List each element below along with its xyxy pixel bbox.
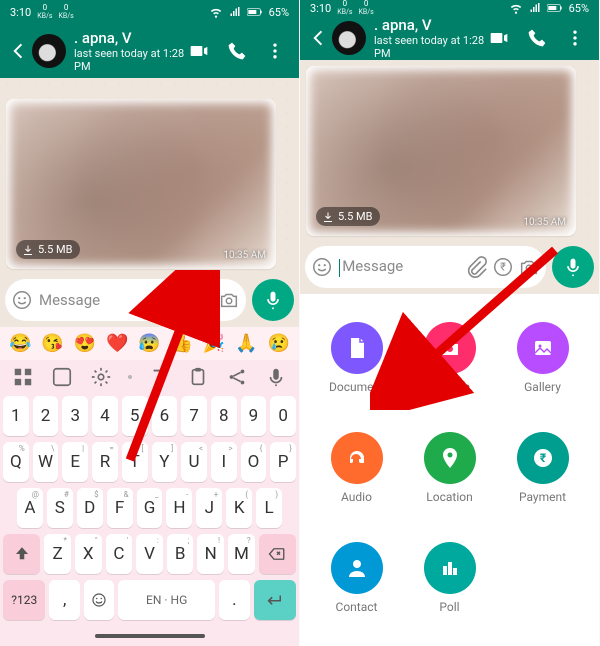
- signal-icon: [229, 6, 241, 18]
- emoji-icon[interactable]: [311, 256, 333, 278]
- contact-info[interactable]: . apna, V last seen today at 1:28 PM: [74, 29, 189, 73]
- attach-icon[interactable]: [166, 289, 188, 311]
- battery-icon: [247, 7, 263, 17]
- mic-button[interactable]: [552, 246, 594, 288]
- attach-camera[interactable]: Camera: [424, 322, 476, 394]
- battery-percent: 65%: [269, 6, 289, 19]
- svg-text:₹: ₹: [539, 451, 546, 465]
- message-input[interactable]: Message: [337, 257, 462, 276]
- emoji-icon[interactable]: [11, 289, 33, 311]
- status-bar: 3:10 0KB/s 0KB/s 65%: [300, 0, 599, 16]
- gear-icon[interactable]: [90, 366, 112, 388]
- voice-call-icon[interactable]: [527, 28, 547, 48]
- status-time: 3:10: [10, 6, 31, 19]
- status-bar: 3:10 0KB/s 0KB/s 65%: [0, 0, 299, 24]
- attach-contact[interactable]: Contact: [331, 542, 383, 614]
- chat-area[interactable]: 5.5 MB 10:35 AM: [300, 60, 599, 242]
- attach-document[interactable]: Document: [329, 322, 384, 394]
- keyboard[interactable]: 😂😘😍❤️😰👍🎉🙏😢 1 2 3 4 5 6 7 8 9: [0, 327, 299, 646]
- symbols-key[interactable]: ?123: [3, 580, 45, 620]
- text-icon[interactable]: [149, 366, 171, 388]
- mic-button[interactable]: [252, 279, 294, 321]
- sticker-icon[interactable]: [51, 366, 73, 388]
- attach-audio[interactable]: Audio: [331, 432, 383, 504]
- voice-call-icon[interactable]: [227, 41, 247, 61]
- payment-icon[interactable]: ₹: [192, 289, 214, 311]
- contact-name: . apna, V: [74, 29, 189, 47]
- battery-icon: [547, 3, 563, 13]
- qwerty-row-2[interactable]: @A #S $D &F _G -H +J (K )L: [3, 488, 296, 528]
- phone-left: 3:10 0KB/s 0KB/s 65% . apna, V last seen…: [0, 0, 300, 646]
- qwerty-row-3[interactable]: *Z "X 'C :V ;B !N ?M: [3, 534, 296, 574]
- attach-location[interactable]: Location: [424, 432, 476, 504]
- mic-icon[interactable]: [265, 366, 287, 388]
- enter-key[interactable]: [254, 580, 296, 620]
- download-badge[interactable]: 5.5 MB: [16, 240, 80, 259]
- image-message[interactable]: 5.5 MB 10:35 AM: [306, 66, 576, 236]
- svg-text:₹: ₹: [200, 294, 206, 307]
- video-call-icon[interactable]: [189, 41, 209, 61]
- attach-icon[interactable]: [466, 256, 488, 278]
- bottom-row[interactable]: ?123 , EN · HG .: [3, 580, 296, 620]
- nav-bar[interactable]: [0, 626, 299, 646]
- camera-icon[interactable]: [218, 289, 240, 311]
- avatar[interactable]: [32, 34, 66, 68]
- message-time: 10:35 AM: [223, 250, 266, 261]
- emoji-suggestions[interactable]: 😂😘😍❤️😰👍🎉🙏😢: [0, 327, 299, 360]
- attach-gallery[interactable]: Gallery: [517, 322, 569, 394]
- keyboard-toolbar[interactable]: [0, 360, 299, 394]
- attach-poll[interactable]: Poll: [424, 542, 476, 614]
- more-icon[interactable]: [565, 28, 585, 48]
- phone-right: 3:10 0KB/s 0KB/s 65% . apna, V last seen…: [300, 0, 600, 646]
- backspace-key[interactable]: [259, 534, 296, 574]
- download-badge[interactable]: 5.5 MB: [316, 207, 380, 226]
- last-seen: last seen today at 1:28 PM: [74, 47, 189, 73]
- wifi-icon: [209, 5, 223, 19]
- back-button[interactable]: [306, 27, 330, 49]
- attach-panel: Document Camera Gallery Audio Location ₹…: [300, 294, 599, 642]
- composer: Message ₹: [0, 275, 299, 327]
- grid-icon[interactable]: [12, 366, 34, 388]
- message-input[interactable]: Message: [37, 291, 162, 309]
- qwerty-row-1[interactable]: %Q \W |E =R [T ]Y <U >I {O }P: [3, 442, 296, 482]
- contact-info[interactable]: . apna, V last seen today at 1:28 PM: [374, 16, 489, 60]
- number-row[interactable]: 1 2 3 4 5 6 7 8 9 0: [3, 396, 296, 436]
- payment-icon[interactable]: ₹: [492, 256, 514, 278]
- emoji-key[interactable]: [84, 580, 114, 620]
- more-icon[interactable]: [265, 41, 285, 61]
- image-message[interactable]: 5.5 MB 10:35 AM: [6, 99, 276, 269]
- camera-icon[interactable]: [518, 256, 540, 278]
- signal-icon: [529, 2, 541, 14]
- back-button[interactable]: [6, 40, 30, 62]
- space-key[interactable]: EN · HG: [118, 580, 215, 620]
- composer: Message ₹: [300, 242, 599, 294]
- shift-key[interactable]: [3, 534, 40, 574]
- nav-bar[interactable]: [300, 642, 599, 646]
- chat-header: . apna, V last seen today at 1:28 PM: [0, 24, 299, 78]
- clipboard-icon[interactable]: [187, 366, 209, 388]
- video-call-icon[interactable]: [489, 28, 509, 48]
- share-icon[interactable]: [226, 366, 248, 388]
- attach-payment[interactable]: ₹ Payment: [517, 432, 569, 504]
- chat-header: . apna, V last seen today at 1:28 PM: [300, 16, 599, 60]
- chat-area[interactable]: 5.5 MB 10:35 AM: [0, 78, 299, 275]
- avatar[interactable]: [332, 21, 366, 55]
- svg-text:₹: ₹: [500, 261, 506, 274]
- wifi-icon: [509, 1, 523, 15]
